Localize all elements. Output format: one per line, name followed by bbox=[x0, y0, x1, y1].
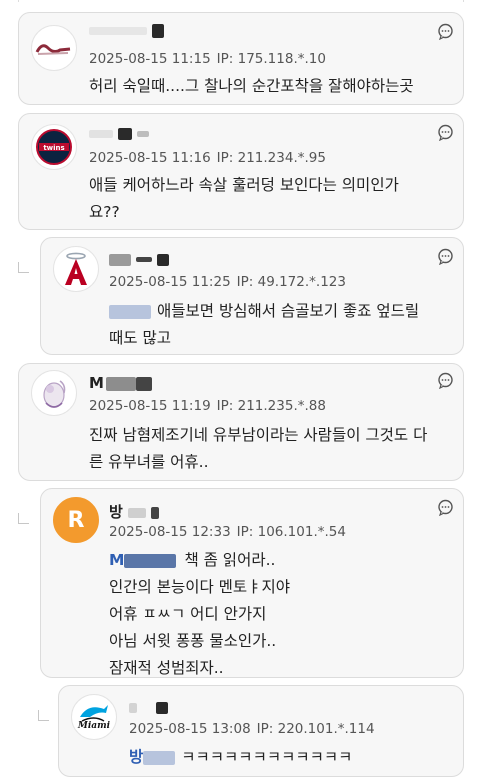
comment-ip: IP: 220.101.*.114 bbox=[256, 721, 375, 737]
comment-meta: 2025-08-15 11:25 IP: 49.172.*.123 bbox=[109, 274, 346, 290]
comment-datetime: 2025-08-15 12:33 bbox=[109, 524, 231, 540]
comment-card: twins 2025-08-15 11:16 IP: 211.234.*.95 애… bbox=[18, 113, 464, 230]
avatar[interactable]: R bbox=[53, 497, 99, 543]
top-divider bbox=[0, 0, 480, 3]
comment-datetime: 2025-08-15 11:25 bbox=[109, 274, 231, 290]
comment-text: 방 ㅋㅋㅋㅋㅋㅋㅋㅋㅋㅋㅋㅋ bbox=[129, 748, 353, 766]
comment-datetime: 2025-08-15 11:16 bbox=[89, 150, 211, 166]
avatar[interactable] bbox=[53, 246, 99, 292]
comment-text: 애들보면 방심해서 슴골보기 좋죠 엎드릴 때도 많고 bbox=[109, 302, 420, 347]
avatar[interactable]: Miami bbox=[71, 694, 117, 740]
comment-bubble-icon[interactable] bbox=[437, 499, 454, 516]
comment-ip: IP: 211.235.*.88 bbox=[216, 398, 326, 414]
comment-text: 허리 숙일때....그 찰나의 순간포착을 잘해야하는곳 bbox=[89, 77, 414, 95]
name-blur bbox=[156, 701, 169, 714]
reply-arrow-icon bbox=[38, 710, 49, 721]
avatar[interactable] bbox=[31, 370, 77, 416]
author-name[interactable]: M bbox=[89, 374, 152, 392]
reply-card: Miami 2025-08-15 13:08 IP: 220.101.*.114 … bbox=[58, 685, 464, 777]
comment-meta: 2025-08-15 11:15 IP: 175.118.*.10 bbox=[89, 51, 326, 67]
comment-text: 애들 케어하느라 속살 훌러덩 보인다는 의미인가 요?? bbox=[89, 176, 399, 221]
svg-text:Miami: Miami bbox=[77, 721, 111, 731]
reply-arrow-icon bbox=[18, 262, 29, 273]
comment-meta: 2025-08-15 11:19 IP: 211.235.*.88 bbox=[89, 398, 326, 414]
comment-card: M 2025-08-15 11:19 IP: 211.235.*.88 진짜 남혐… bbox=[18, 363, 464, 481]
twins-logo-icon: twins bbox=[36, 129, 72, 165]
author-name[interactable] bbox=[89, 21, 165, 39]
comment-datetime: 2025-08-15 11:19 bbox=[89, 398, 211, 414]
avatar[interactable] bbox=[31, 25, 77, 71]
name-blur bbox=[118, 127, 133, 140]
mention-blur bbox=[109, 304, 151, 319]
angels-logo-icon bbox=[65, 252, 87, 285]
reply-card: 2025-08-15 11:25 IP: 49.172.*.123 애들보면 방심… bbox=[40, 237, 464, 355]
name-blur bbox=[129, 702, 137, 713]
name-blur bbox=[151, 506, 160, 519]
comment-meta: 2025-08-15 12:33 IP: 106.101.*.54 bbox=[109, 524, 346, 540]
author-name[interactable] bbox=[89, 124, 150, 142]
name-blur bbox=[137, 130, 150, 137]
svg-text:twins: twins bbox=[43, 144, 64, 152]
comment-ip: IP: 106.101.*.54 bbox=[236, 524, 346, 540]
name-blur bbox=[89, 129, 113, 138]
author-name[interactable] bbox=[109, 250, 170, 268]
comment-ip: IP: 175.118.*.10 bbox=[216, 51, 326, 67]
name-blur bbox=[109, 253, 131, 266]
comment-ip: IP: 211.234.*.95 bbox=[216, 150, 326, 166]
comment-meta: 2025-08-15 13:08 IP: 220.101.*.114 bbox=[129, 721, 375, 737]
name-blur bbox=[105, 376, 136, 391]
avatar-letter: R bbox=[67, 507, 85, 533]
comment-bubble-icon[interactable] bbox=[437, 23, 454, 40]
comment-text: M책 좀 읽어라.. 인간의 본능이다 멘토ㅑ지야 어휴 ㅍㅆㄱ 어디 안가지 … bbox=[109, 551, 290, 677]
avatar[interactable]: twins bbox=[31, 124, 77, 170]
name-blur bbox=[136, 257, 153, 262]
name-blur bbox=[89, 26, 147, 35]
comment-bubble-icon[interactable] bbox=[437, 248, 454, 265]
comment-meta: 2025-08-15 11:16 IP: 211.234.*.95 bbox=[89, 150, 326, 166]
author-name[interactable] bbox=[129, 698, 169, 716]
mention-blur bbox=[124, 553, 177, 568]
mention[interactable]: 방 bbox=[129, 748, 143, 766]
name-blur bbox=[128, 507, 147, 518]
comment-bubble-icon[interactable] bbox=[437, 372, 454, 389]
avatar-logo-icon bbox=[35, 44, 71, 55]
mention[interactable]: M bbox=[109, 551, 124, 569]
reply-card: R 방 2025-08-15 12:33 IP: 106.101.*.54 M책 … bbox=[40, 488, 464, 678]
comment-card: 2025-08-15 11:15 IP: 175.118.*.10 허리 숙일때.… bbox=[18, 12, 464, 105]
reply-arrow-icon bbox=[18, 513, 29, 524]
comment-datetime: 2025-08-15 11:15 bbox=[89, 51, 211, 67]
comment-datetime: 2025-08-15 13:08 bbox=[129, 721, 251, 737]
marlins-logo-icon: Miami bbox=[77, 705, 111, 731]
name-blur bbox=[152, 23, 165, 38]
character-avatar-icon bbox=[43, 380, 66, 408]
mention-blur bbox=[143, 750, 176, 765]
comment-bubble-icon[interactable] bbox=[437, 124, 454, 141]
comment-text: 진짜 남혐제조기네 유부남이라는 사람들이 그것도 다 른 유부녀를 어휴.. bbox=[89, 426, 428, 471]
name-blur bbox=[157, 253, 170, 266]
author-name[interactable]: 방 bbox=[109, 501, 160, 522]
comment-ip: IP: 49.172.*.123 bbox=[236, 274, 346, 290]
name-blur bbox=[135, 376, 152, 391]
